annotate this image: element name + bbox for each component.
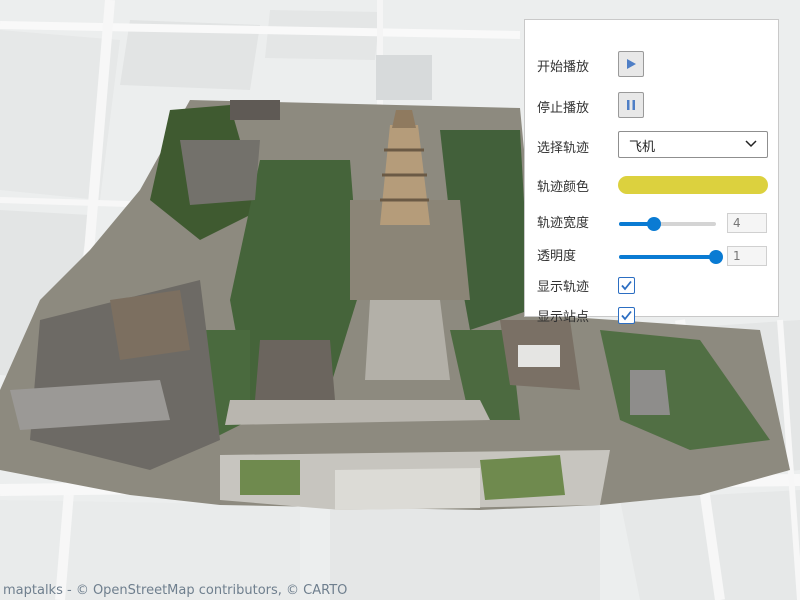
track-width-label: 轨迹宽度 [537,216,590,231]
pause-button[interactable] [618,92,644,118]
start-play-label: 开始播放 [537,60,590,75]
track-select-value: 飞机 [629,140,656,155]
map-attribution[interactable]: maptalks - © OpenStreetMap contributors,… [3,583,347,598]
track-width-value[interactable]: 4 [727,213,767,233]
track-color-label: 轨迹颜色 [537,180,590,195]
track-control-panel: 开始播放 停止播放 选择轨迹 飞机 轨迹颜色 轨迹宽度 4 透明度 1 显示轨迹… [524,19,779,325]
select-track-label: 选择轨迹 [537,141,590,156]
track-select[interactable]: 飞机 [618,131,768,158]
show-stations-label: 显示站点 [537,310,590,325]
show-track-checkbox[interactable] [618,277,635,294]
show-stations-checkbox[interactable] [618,307,635,324]
checkmark-icon [621,280,632,291]
chevron-down-icon [745,140,757,148]
opacity-slider-thumb[interactable] [709,250,723,264]
track-width-slider-thumb[interactable] [646,217,661,231]
play-button[interactable] [618,51,644,77]
show-track-label: 显示轨迹 [537,280,590,295]
opacity-slider[interactable] [619,250,723,264]
stop-play-label: 停止播放 [537,101,590,116]
opacity-slider-fill [619,255,716,259]
track-color-picker[interactable] [618,176,768,194]
track-width-slider[interactable] [619,217,716,231]
pause-icon [627,100,635,110]
opacity-label: 透明度 [537,249,577,264]
checkmark-icon [621,310,632,321]
opacity-value[interactable]: 1 [727,246,767,266]
play-icon [627,59,636,69]
